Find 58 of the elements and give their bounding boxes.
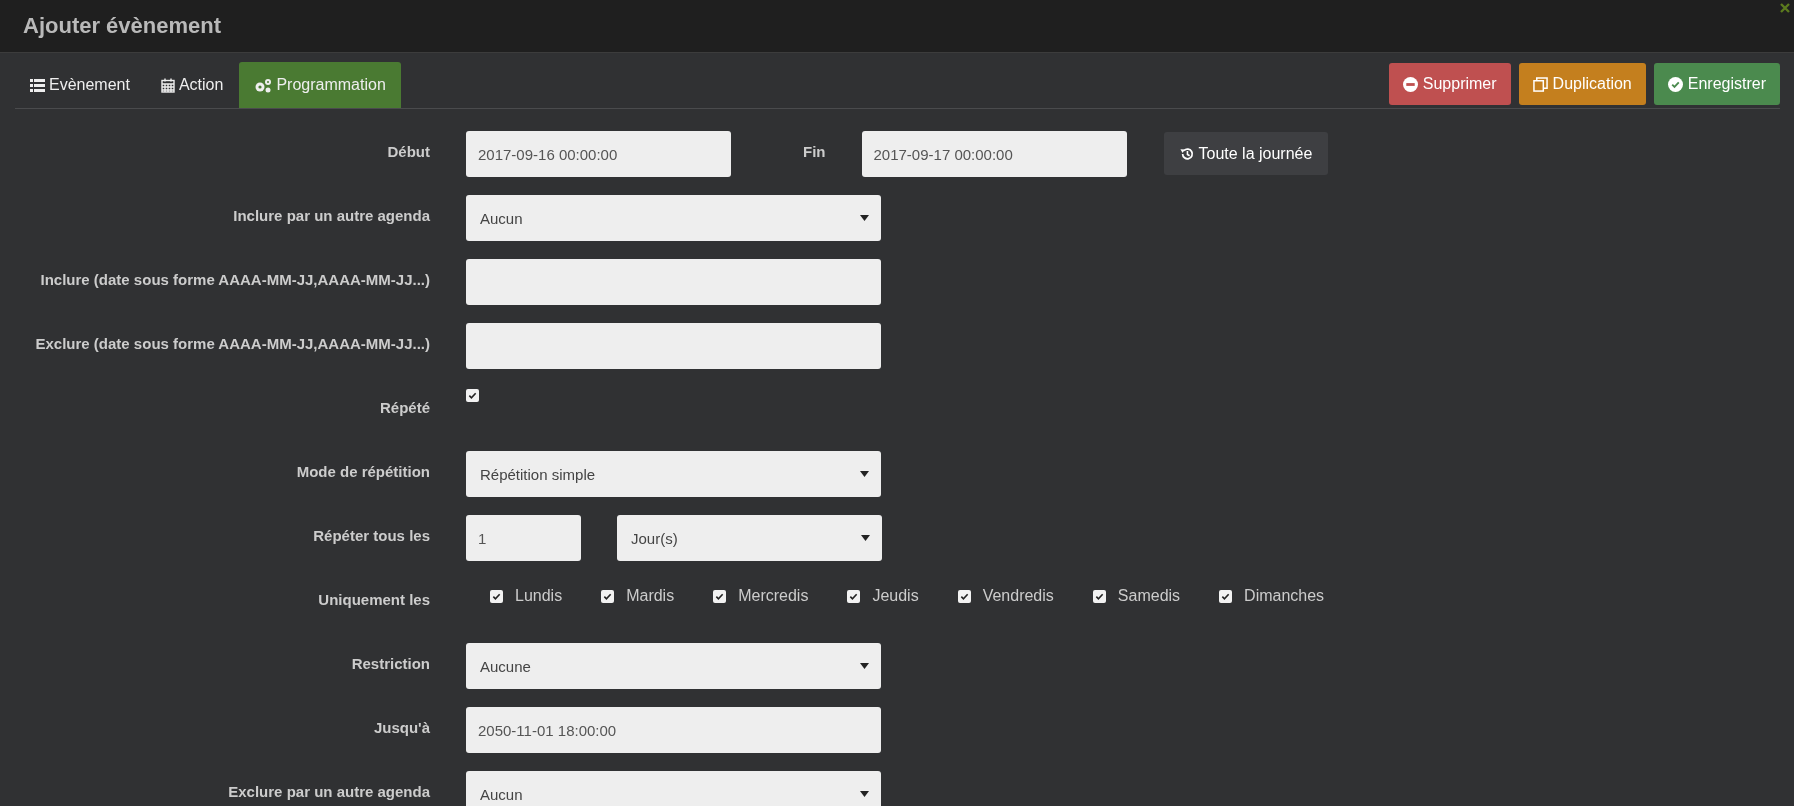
field-label: Restriction <box>350 654 431 674</box>
caret-icon <box>860 215 869 221</box>
checkbox-label: Samedis <box>1117 587 1181 605</box>
input-field[interactable] <box>466 259 881 305</box>
checkbox[interactable] <box>847 589 861 603</box>
window-title: Ajouter évènement <box>23 13 222 39</box>
checkbox[interactable] <box>1219 589 1233 603</box>
checkbox-label: Dimanches <box>1244 587 1325 605</box>
check-circle-icon <box>1667 76 1683 92</box>
checkbox[interactable] <box>601 589 615 603</box>
checkbox-label: Lundis <box>515 587 563 605</box>
tab[interactable]: Evènement <box>15 62 145 108</box>
select-field[interactable]: Aucun <box>466 771 881 806</box>
field-label: Uniquement les <box>317 590 431 610</box>
field-label: Inclure par un autre agenda <box>232 206 431 226</box>
checkbox[interactable] <box>713 589 727 603</box>
history-icon <box>1179 146 1194 161</box>
input-field[interactable] <box>466 323 881 369</box>
copy-icon <box>1532 76 1548 92</box>
field-label: Exclure (date sous forme AAAA-MM-JJ,AAAA-MM-JJ...) <box>34 334 431 354</box>
select-field[interactable]: Aucune <box>466 643 881 689</box>
number-field[interactable]: 1 <box>466 515 581 561</box>
checkbox[interactable] <box>490 589 503 603</box>
select-field[interactable]: Répétition simple <box>466 451 881 497</box>
field-label: Exclure par un autre agenda <box>227 782 431 802</box>
close-icon[interactable] <box>1780 3 1790 13</box>
action-button[interactable]: Supprimer <box>1388 63 1511 105</box>
select-field[interactable]: Jour(s) <box>617 515 882 561</box>
minus-circle-icon <box>1402 76 1418 92</box>
caret-icon <box>860 663 869 669</box>
action-button[interactable]: Enregistrer <box>1653 63 1780 105</box>
field-label: Fin <box>803 142 827 160</box>
end-date-field[interactable]: 2017-09-17 00:00:00 <box>861 131 1127 177</box>
checkbox-label: Jeudis <box>872 587 919 605</box>
tab[interactable]: Action <box>145 62 239 108</box>
tab[interactable]: Programmation <box>239 62 401 108</box>
caret-icon <box>861 535 870 541</box>
checkbox-label: Mardis <box>626 587 675 605</box>
field-label: Début <box>386 142 431 162</box>
start-date-field[interactable]: 2017-09-16 00:00:00 <box>466 131 731 177</box>
field-label: Inclure (date sous forme AAAA-MM-JJ,AAAA-MM-JJ...) <box>39 270 431 290</box>
caret-icon <box>860 791 869 797</box>
checkbox-label: Vendredis <box>982 587 1054 605</box>
gears-icon <box>254 77 273 93</box>
field-label: Répéter tous les <box>312 526 431 546</box>
field-label: Mode de répétition <box>295 462 431 482</box>
field-label: Jusqu'à <box>372 718 431 738</box>
caret-icon <box>860 471 869 477</box>
input-field[interactable]: 2050-11-01 18:00:00 <box>466 707 881 753</box>
select-field[interactable]: Aucun <box>466 195 881 241</box>
calendar-icon <box>160 77 175 93</box>
all-day-button[interactable]: Toute la journée <box>1163 132 1329 175</box>
checkbox-label: Mercredis <box>738 587 809 605</box>
field-label: Répété <box>378 398 431 418</box>
checkbox[interactable] <box>466 389 479 402</box>
list-icon <box>30 78 45 92</box>
checkbox[interactable] <box>1092 589 1106 603</box>
checkbox[interactable] <box>957 589 971 603</box>
